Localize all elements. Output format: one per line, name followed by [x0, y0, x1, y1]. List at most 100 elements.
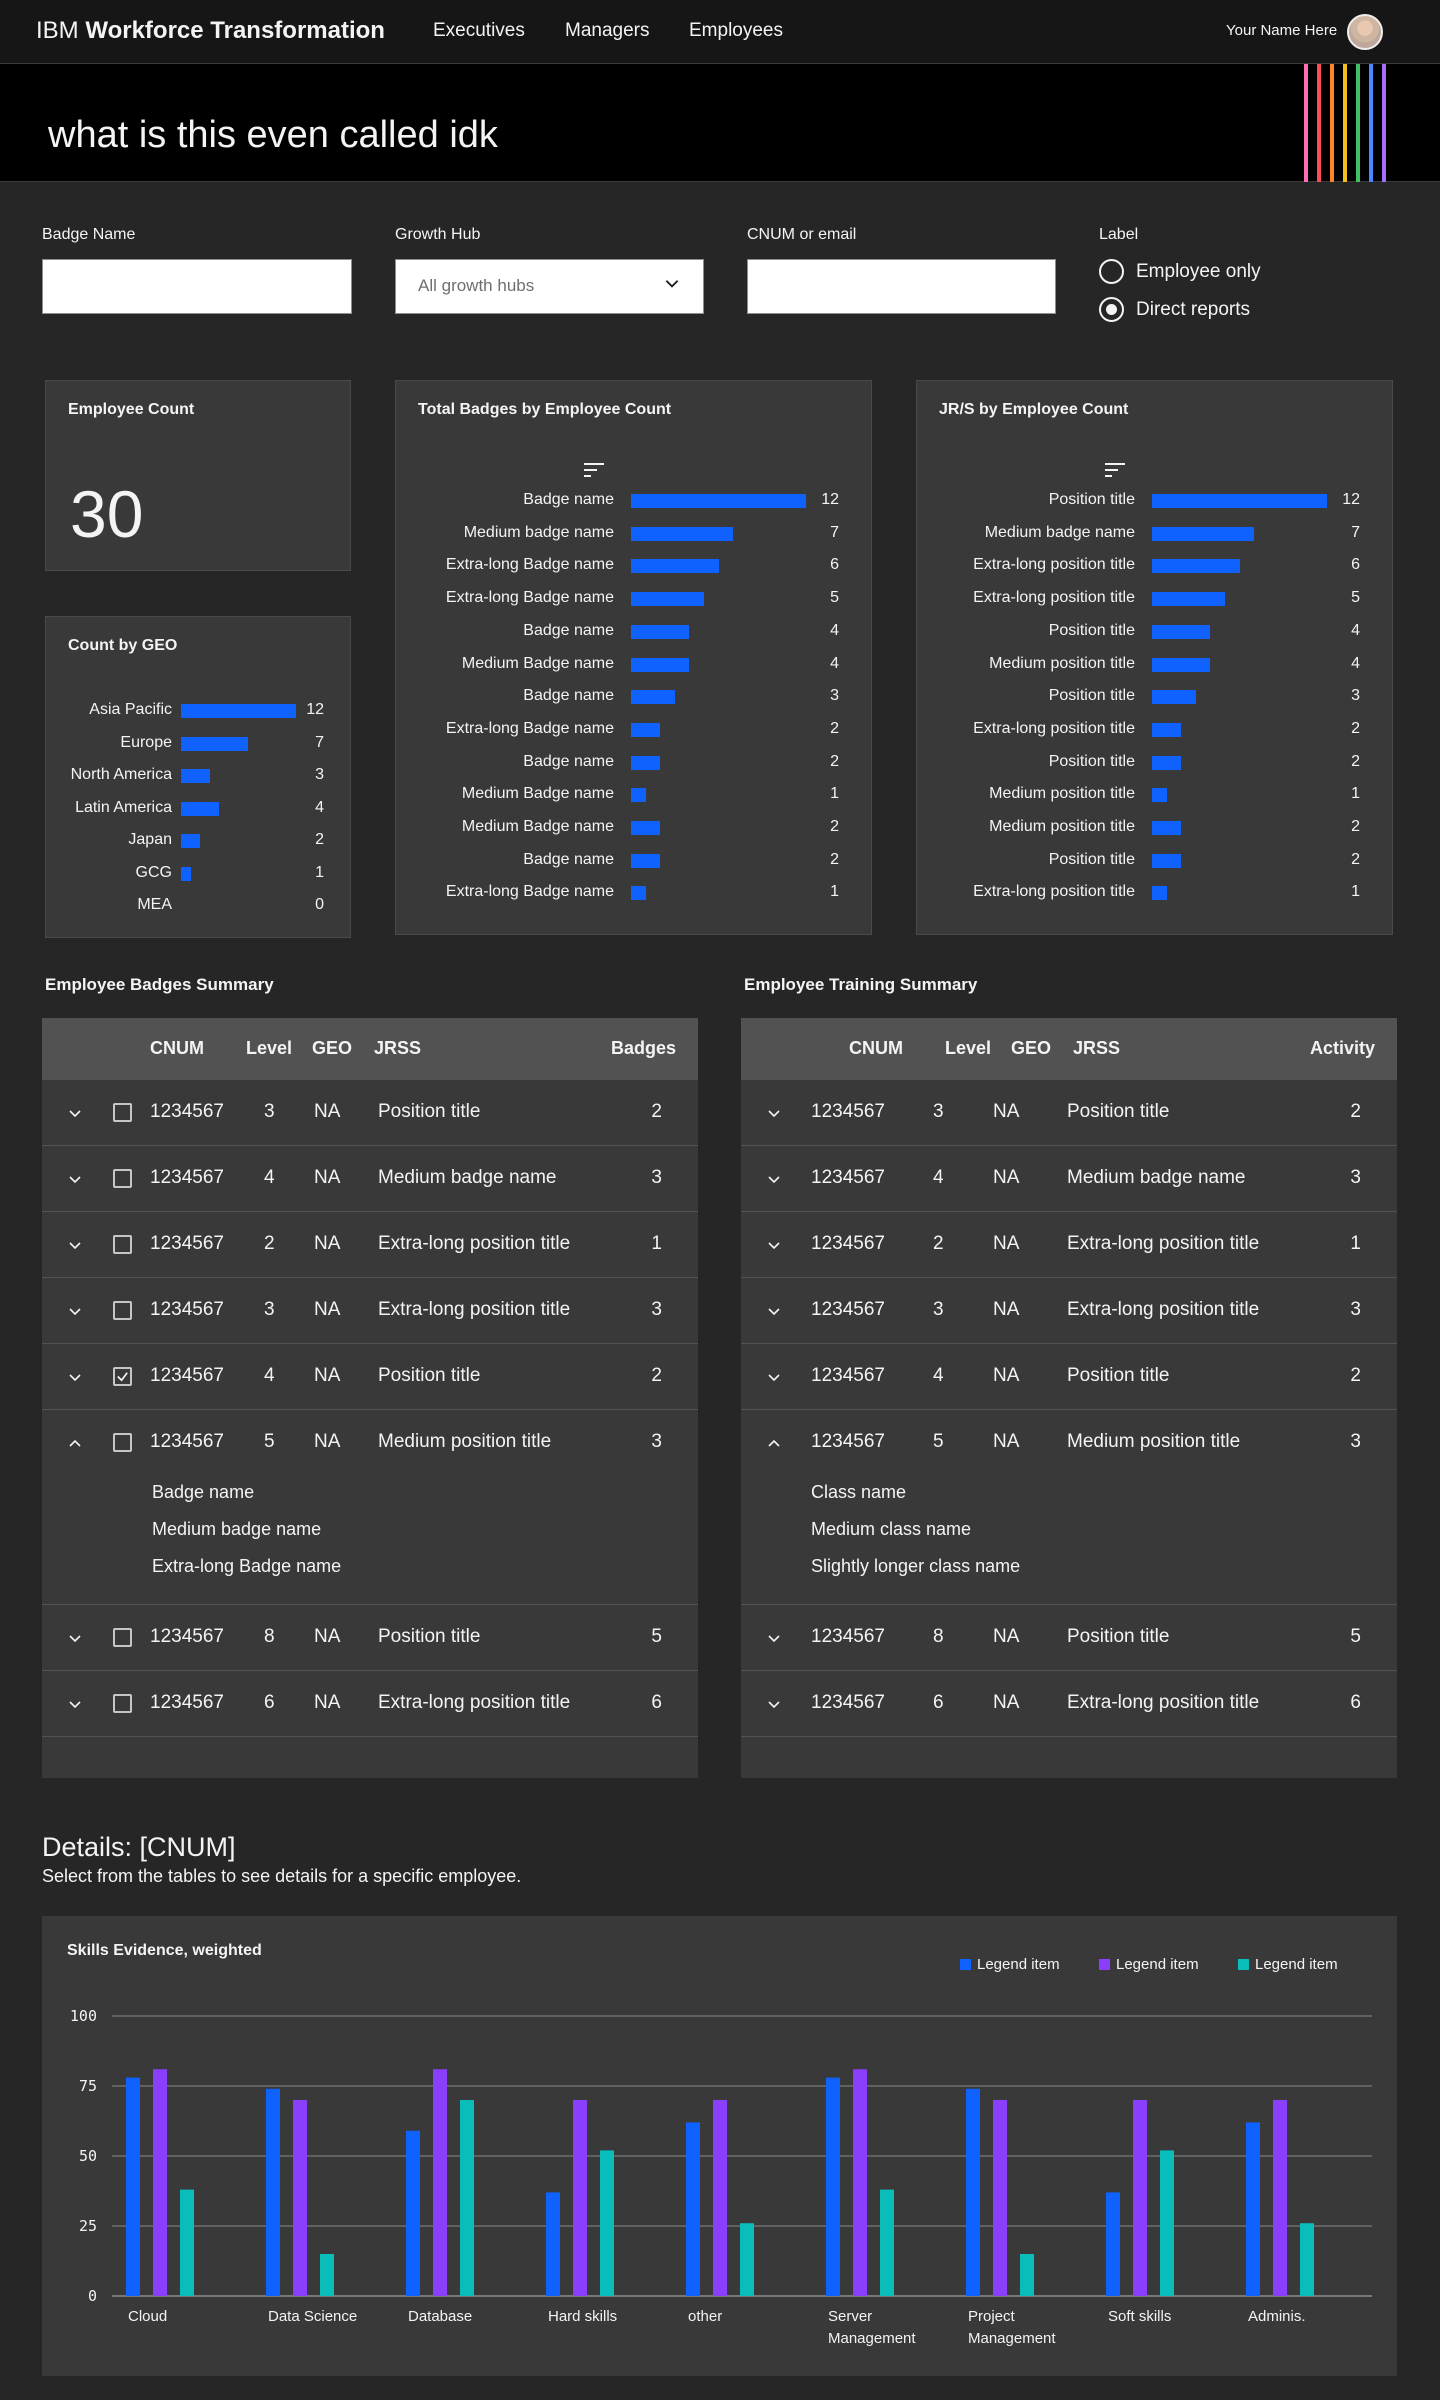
nav-executives[interactable]: Executives: [433, 20, 525, 42]
app-brand[interactable]: IBM Workforce Transformation: [36, 17, 385, 45]
chart-bar[interactable]: [293, 2100, 307, 2296]
chart-bar[interactable]: [546, 2192, 560, 2296]
table-row[interactable]: 1234567 8 NA Position title 5: [42, 1605, 698, 1671]
chart-bar[interactable]: [853, 2069, 867, 2296]
chart-bar[interactable]: [1160, 2150, 1174, 2296]
chart-bar[interactable]: [1273, 2100, 1287, 2296]
chart-bar[interactable]: [266, 2088, 280, 2296]
col-value[interactable]: Badges: [611, 1038, 676, 1059]
cell-level: 4: [264, 1167, 275, 1188]
y-tick-label: 25: [79, 2217, 97, 2235]
table-row[interactable]: 1234567 3 NA Extra-long position title 3: [42, 1278, 698, 1344]
row-checkbox[interactable]: [113, 1235, 132, 1254]
label-group-label: Label: [1099, 226, 1139, 243]
chart-bar[interactable]: [320, 2254, 334, 2296]
chart-bar[interactable]: [993, 2100, 1007, 2296]
col-cnum[interactable]: CNUM: [849, 1038, 903, 1059]
chart-bar[interactable]: [966, 2088, 980, 2296]
table-row[interactable]: 1234567 5 NA Medium position title 3 Badge na…: [42, 1410, 698, 1605]
col-geo[interactable]: GEO: [1011, 1038, 1051, 1059]
col-level[interactable]: Level: [945, 1038, 991, 1059]
table-row[interactable]: 1234567 8 NA Position title 5: [741, 1605, 1397, 1671]
chevron-down-icon[interactable]: [766, 1630, 782, 1646]
chevron-down-icon[interactable]: [67, 1369, 83, 1385]
badge-name-input[interactable]: [42, 259, 352, 314]
chevron-down-icon[interactable]: [67, 1237, 83, 1253]
table-row[interactable]: 1234567 4 NA Position title 2: [42, 1344, 698, 1410]
radio-employee-only[interactable]: Employee only: [1099, 259, 1261, 284]
row-checkbox[interactable]: [113, 1301, 132, 1320]
table-row[interactable]: 1234567 3 NA Position title 2: [741, 1080, 1397, 1146]
cell-level: 8: [933, 1626, 944, 1647]
sort-icon[interactable]: [1104, 461, 1126, 479]
chart-bar[interactable]: [600, 2150, 614, 2296]
chart-bar[interactable]: [1106, 2192, 1120, 2296]
chevron-up-icon[interactable]: [67, 1435, 83, 1451]
table-row[interactable]: 1234567 4 NA Medium badge name 3: [42, 1146, 698, 1212]
radio-direct-reports[interactable]: Direct reports: [1099, 297, 1250, 322]
chevron-down-icon[interactable]: [766, 1105, 782, 1121]
chevron-down-icon[interactable]: [67, 1630, 83, 1646]
avatar[interactable]: [1347, 14, 1383, 50]
row-checkbox[interactable]: [113, 1694, 132, 1713]
chart-bar[interactable]: [180, 2189, 194, 2296]
sort-icon[interactable]: [583, 461, 605, 479]
cell-level: 6: [933, 1692, 944, 1713]
cell-cnum: 1234567: [811, 1167, 885, 1188]
chart-bar[interactable]: [460, 2100, 474, 2296]
chevron-down-icon[interactable]: [67, 1696, 83, 1712]
row-checkbox-checked[interactable]: [113, 1367, 132, 1386]
chevron-down-icon[interactable]: [766, 1369, 782, 1385]
user-name[interactable]: Your Name Here: [1226, 22, 1337, 39]
growth-hub-select[interactable]: All growth hubs: [395, 259, 704, 314]
chevron-down-icon[interactable]: [766, 1696, 782, 1712]
chart-bar[interactable]: [573, 2100, 587, 2296]
table-row[interactable]: 1234567 4 NA Position title 2: [741, 1344, 1397, 1410]
chart-bar[interactable]: [686, 2122, 700, 2296]
chart-bar[interactable]: [433, 2069, 447, 2296]
chart-bar[interactable]: [1020, 2254, 1034, 2296]
cnum-email-input[interactable]: [747, 259, 1056, 314]
col-jrss[interactable]: JRSS: [1073, 1038, 1120, 1059]
chart-bar[interactable]: [740, 2223, 754, 2296]
chevron-down-icon[interactable]: [67, 1303, 83, 1319]
chart-bar[interactable]: [713, 2100, 727, 2296]
col-geo[interactable]: GEO: [312, 1038, 352, 1059]
row-checkbox[interactable]: [113, 1628, 132, 1647]
chevron-down-icon[interactable]: [67, 1105, 83, 1121]
nav-employees[interactable]: Employees: [689, 20, 783, 42]
chart-bar[interactable]: [1246, 2122, 1260, 2296]
table-row[interactable]: 1234567 2 NA Extra-long position title 1: [741, 1212, 1397, 1278]
col-level[interactable]: Level: [246, 1038, 292, 1059]
chart-bar[interactable]: [826, 2077, 840, 2296]
col-jrss[interactable]: JRSS: [374, 1038, 421, 1059]
row-checkbox[interactable]: [113, 1103, 132, 1122]
col-cnum[interactable]: CNUM: [150, 1038, 204, 1059]
chevron-up-icon[interactable]: [766, 1435, 782, 1451]
chevron-down-icon[interactable]: [67, 1171, 83, 1187]
table-row[interactable]: 1234567 5 NA Medium position title 3 Class na…: [741, 1410, 1397, 1605]
nav-managers[interactable]: Managers: [565, 20, 650, 42]
checkmark-icon: [117, 1372, 128, 1382]
table-row[interactable]: 1234567 4 NA Medium badge name 3: [741, 1146, 1397, 1212]
table-row[interactable]: 1234567 3 NA Extra-long position title 3: [741, 1278, 1397, 1344]
chevron-down-icon[interactable]: [766, 1303, 782, 1319]
table-row[interactable]: 1234567 3 NA Position title 2: [42, 1080, 698, 1146]
table-row[interactable]: 1234567 6 NA Extra-long position title 6: [741, 1671, 1397, 1737]
chart-bar[interactable]: [126, 2077, 140, 2296]
chart-bar[interactable]: [880, 2189, 894, 2296]
chart-bar[interactable]: [153, 2069, 167, 2296]
bar-label: Extra-long position title: [973, 556, 1135, 574]
row-checkbox[interactable]: [113, 1433, 132, 1452]
table-row[interactable]: 1234567 2 NA Extra-long position title 1: [42, 1212, 698, 1278]
stripe: [1317, 64, 1321, 182]
row-checkbox[interactable]: [113, 1169, 132, 1188]
chevron-down-icon[interactable]: [766, 1171, 782, 1187]
table-row[interactable]: 1234567 6 NA Extra-long position title 6: [42, 1671, 698, 1737]
chart-bar[interactable]: [1133, 2100, 1147, 2296]
chart-bar[interactable]: [1300, 2223, 1314, 2296]
chart-bar[interactable]: [406, 2130, 420, 2296]
col-value[interactable]: Activity: [1310, 1038, 1375, 1059]
chevron-down-icon[interactable]: [766, 1237, 782, 1253]
bar-value: 2: [1351, 850, 1360, 868]
